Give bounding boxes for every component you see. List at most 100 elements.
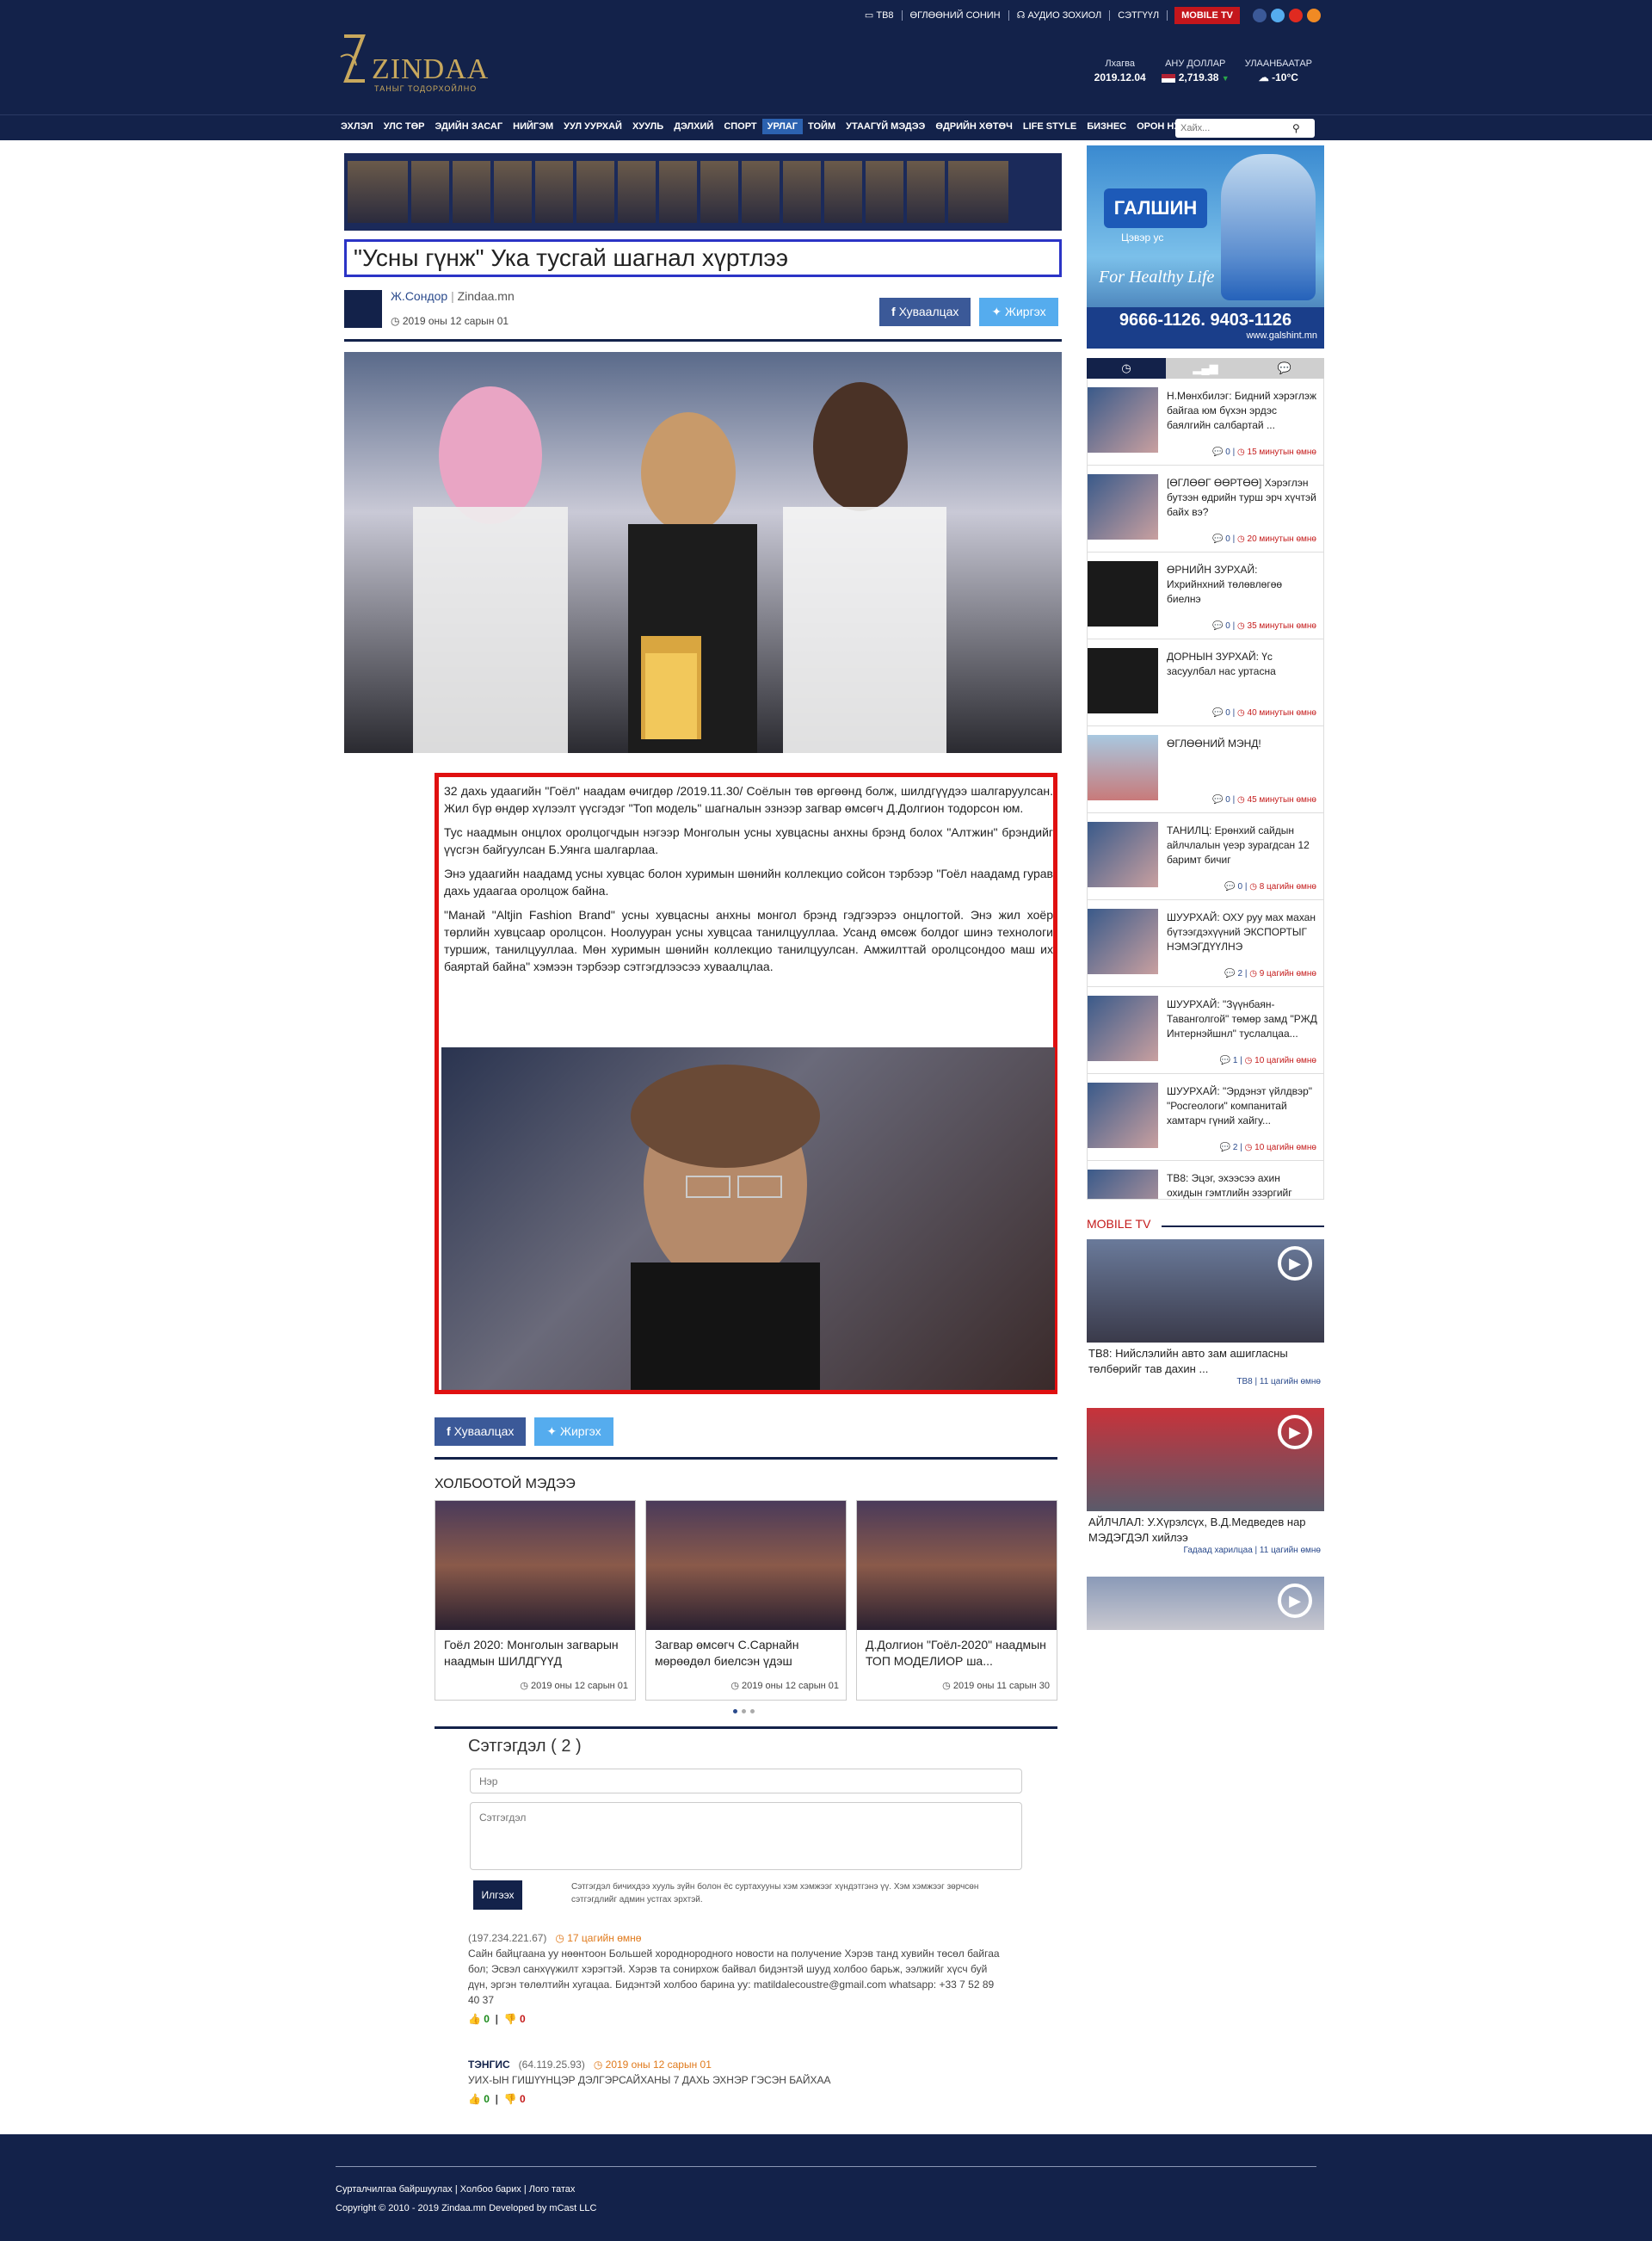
youtube-icon[interactable] — [1289, 9, 1303, 22]
nav-item-mining[interactable]: УУЛ УУРХАЙ — [558, 119, 627, 134]
banner-image — [576, 161, 614, 223]
play-icon[interactable]: ▶ — [1278, 1415, 1312, 1449]
nav-item-daily-guide[interactable]: ӨДРИЙН ХӨТӨЧ — [930, 119, 1017, 134]
nav-item-economy[interactable]: ЭДИЙН ЗАСАГ — [430, 119, 509, 134]
comment-icon: 💬 — [1212, 621, 1224, 631]
top-banner-ad[interactable] — [344, 153, 1062, 231]
tab-latest[interactable]: ◷ — [1087, 358, 1166, 379]
news-item[interactable]: ШУУРХАЙ: "Эрдэнэт үйлдвэр" "Росгеологи" … — [1088, 1074, 1323, 1161]
news-thumbnail — [1088, 996, 1158, 1061]
news-item[interactable]: ШУУРХАЙ: "Зүүнбаян-Таванголгой" төмөр за… — [1088, 987, 1323, 1074]
play-icon[interactable]: ▶ — [1278, 1246, 1312, 1281]
carousel-dots[interactable] — [733, 1709, 755, 1713]
source-site[interactable]: Zindaa.mn — [458, 289, 515, 303]
downvote-button[interactable]: 👎 0 — [504, 2093, 526, 2105]
video-item[interactable]: ▶ — [1087, 1577, 1324, 1630]
logo-emblem-icon — [340, 34, 366, 83]
ad-brand: ГАЛШИН — [1104, 188, 1207, 228]
video-thumbnail: ▶ — [1087, 1408, 1324, 1511]
banner-image — [783, 161, 821, 223]
search-icon[interactable]: ⚲ — [1292, 122, 1300, 134]
facebook-share-button[interactable]: f Хуваалцах — [435, 1417, 527, 1446]
divider — [435, 1726, 1057, 1729]
banner-image — [948, 161, 1008, 223]
cloud-icon: ☁ — [1258, 71, 1269, 83]
upvote-button[interactable]: 👍 0 — [468, 2013, 490, 2025]
comment-text: УИХ-ЫН ГИШҮҮНЦЭР ДЭЛГЭРСАЙХАНЫ 7 ДАХЬ ЭХ… — [468, 2074, 831, 2086]
comment-icon: 💬 — [1219, 1056, 1231, 1065]
news-thumbnail — [1088, 1083, 1158, 1148]
facebook-icon: f — [447, 1424, 451, 1438]
twitter-icon: ✦ — [991, 305, 1002, 318]
us-flag-icon — [1161, 73, 1175, 83]
news-thumbnail — [1088, 735, 1158, 800]
news-item[interactable]: Н.Мөнхбилэг: Бидний хэрэглэж байгаа юм б… — [1088, 379, 1323, 466]
related-image — [435, 1501, 635, 1630]
news-item[interactable]: ТВ8: Эцэг, эхээсээ ахин охидын гэмтлийн … — [1088, 1161, 1323, 1200]
comment-time: ◷ 2019 оны 12 сарын 01 — [593, 2059, 712, 2071]
nav-item-lifestyle[interactable]: LIFE STYLE — [1018, 119, 1082, 134]
nav-item-world[interactable]: ДЭЛХИЙ — [669, 119, 718, 134]
facebook-share-button[interactable]: f Хуваалцах — [879, 298, 971, 326]
news-item[interactable]: ТАНИЛЦ: Ерөнхий сайдын айлчлалын үеэр зу… — [1088, 813, 1323, 900]
banner-image — [700, 161, 738, 223]
nav-item-politics[interactable]: УЛС ТӨР — [379, 119, 430, 134]
news-item[interactable]: [ӨГЛӨӨГ ӨӨРТӨӨ] Хэрэглэн бутээн өдрийн т… — [1088, 466, 1323, 553]
top-link-morning-paper[interactable]: ӨГЛӨӨНИЙ СОНИН — [903, 10, 1009, 21]
site-logo[interactable]: ZINDAA ТАНЫГ ТОДОРХОЙЛНО — [337, 28, 509, 96]
twitter-share-button[interactable]: ✦ Жиргэх — [534, 1417, 613, 1446]
tab-comments[interactable]: 💬 — [1245, 358, 1324, 379]
footer-links[interactable]: Сурталчилгаа байршуулах | Холбоо барих |… — [336, 2184, 575, 2195]
news-thumbnail — [1088, 387, 1158, 453]
comment-ip: (64.119.25.93) — [518, 2059, 585, 2071]
name-input[interactable] — [470, 1769, 1022, 1793]
nav-item-review[interactable]: ТОЙМ — [803, 119, 841, 134]
nav-item-smokeless[interactable]: УТААГҮЙ МЭДЭЭ — [841, 119, 930, 134]
video-meta: ТВ8 | 11 цагийн өмнө — [1236, 1377, 1321, 1386]
video-title: ТВ8: Нийслэлийн авто зам ашигласны төлбө… — [1088, 1347, 1288, 1375]
banner-image — [824, 161, 862, 223]
submit-comment-button[interactable]: Илгээх — [473, 1880, 522, 1910]
downvote-button[interactable]: 👎 0 — [504, 2013, 526, 2025]
top-link-tv8[interactable]: ▭ ТВ8 — [857, 10, 903, 21]
video-item[interactable]: ▶ ТВ8: Нийслэлийн авто зам ашигласны төл… — [1087, 1239, 1324, 1386]
nav-item-law[interactable]: ХУУЛЬ — [627, 119, 669, 134]
author-name[interactable]: Ж.Сондор — [391, 289, 447, 303]
nav-item-sport[interactable]: СПОРТ — [718, 119, 761, 134]
related-card[interactable]: Гоёл 2020: Монголын загварын наадмын ШИЛ… — [435, 1500, 636, 1701]
news-item[interactable]: ДОРНЫН ЗУРХАЙ: Үс засуулбал нас уртасна 💬… — [1088, 639, 1323, 726]
facebook-icon[interactable] — [1253, 9, 1267, 22]
nav-item-arts[interactable]: УРЛАГ — [761, 119, 804, 134]
news-item[interactable]: ӨРНИЙН ЗУРХАЙ: Ихрийнхний төлөвлөгөө бие… — [1088, 553, 1323, 639]
author-avatar[interactable] — [344, 290, 382, 328]
sidebar-ad[interactable]: ГАЛШИН Цэвэр ус For Healthy Life 9666-11… — [1087, 145, 1324, 349]
comment-item: ТЭНГИС (64.119.25.93) ◷ 2019 оны 12 сары… — [468, 2057, 1002, 2107]
twitter-icon[interactable] — [1271, 9, 1285, 22]
mobile-tv-button[interactable]: MOBILE TV — [1174, 7, 1240, 24]
related-title-text: Д.Долгион "Гоёл-2020" наадмын ТОП МОДЕЛИ… — [866, 1638, 1046, 1668]
tab-popular[interactable]: ▂▄▆ — [1166, 358, 1245, 379]
banner-image — [535, 161, 573, 223]
comment-time: ◷ 17 цагийн өмнө — [555, 1932, 642, 1944]
nav-item-home[interactable]: ЭХЛЭЛ — [336, 119, 379, 134]
comment-textarea[interactable] — [470, 1802, 1022, 1870]
twitter-share-button[interactable]: ✦ Жиргэх — [979, 298, 1058, 326]
related-card[interactable]: Загвар өмсөгч С.Сарнайн мөрөөдөл биелсэн… — [645, 1500, 847, 1701]
banner-image — [411, 161, 449, 223]
news-item[interactable]: ӨГЛӨӨНИЙ МЭНД! 💬 0 | ◷ 45 минутын өмнө — [1088, 726, 1323, 813]
video-item[interactable]: ▶ АЙЛЧЛАЛ: У.Хүрэлсүх, В.Д.Медведев нар … — [1087, 1408, 1324, 1555]
comment-icon: 💬 — [1224, 882, 1236, 892]
search-input[interactable] — [1175, 123, 1287, 133]
news-item[interactable]: ШУУРХАЙ: ОХУ руу мах махан бүтээгдэхүүни… — [1088, 900, 1323, 987]
upvote-button[interactable]: 👍 0 — [468, 2093, 490, 2105]
rss-icon[interactable] — [1307, 9, 1321, 22]
related-card[interactable]: Д.Долгион "Гоёл-2020" наадмын ТОП МОДЕЛИ… — [856, 1500, 1057, 1701]
top-link-magazine[interactable]: СЭТГҮҮЛ — [1110, 10, 1168, 21]
play-icon[interactable]: ▶ — [1278, 1584, 1312, 1618]
article-paragraph: Энэ удаагийн наадамд усны хувцас болон х… — [444, 867, 1053, 898]
nav-item-society[interactable]: НИЙГЭМ — [508, 119, 558, 134]
mobile-tv-title: MOBILE TV — [1087, 1217, 1151, 1231]
comment-rules-note: Сэтгэгдэл бичихдээ хууль зүйн болон ёс с… — [571, 1882, 979, 1905]
top-link-audio[interactable]: ☊ АУДИО ЗОХИОЛ — [1009, 10, 1111, 21]
nav-item-business[interactable]: БИЗНЕС — [1082, 119, 1131, 134]
